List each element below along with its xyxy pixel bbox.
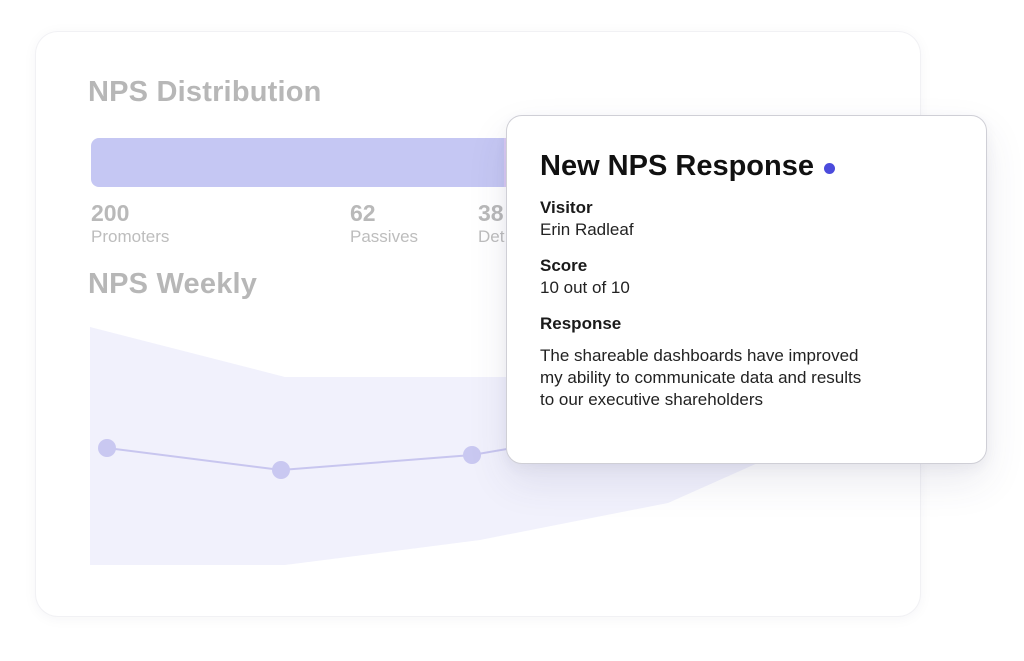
response-line: The shareable dashboards have improved: [540, 346, 859, 365]
nps-weekly-title: NPS Weekly: [88, 268, 258, 300]
popup-header: New NPS Response: [540, 150, 952, 183]
weekly-point[interactable]: [463, 446, 481, 464]
popup-title: New NPS Response: [540, 150, 814, 182]
response-label: Response: [540, 314, 622, 333]
visitor-label: Visitor: [540, 198, 593, 217]
visitor-field: Visitor Erin Radleaf: [540, 197, 952, 241]
weekly-point[interactable]: [98, 439, 116, 457]
promoters-count: 200: [91, 200, 130, 226]
score-value: 10 out of 10: [540, 278, 630, 297]
response-line: to our executive shareholders: [540, 390, 764, 409]
promoters-segment[interactable]: [91, 138, 505, 187]
nps-distribution-title: NPS Distribution: [88, 76, 322, 108]
response-field: Response The shareable dashboards have i…: [540, 313, 952, 411]
response-line: my ability to communicate data and resul…: [540, 368, 862, 387]
promoters-label: Promoters: [91, 227, 170, 246]
promoters-stat: 200 Promoters: [91, 200, 169, 247]
passives-count: 62: [350, 200, 376, 226]
new-nps-response-popup[interactable]: New NPS Response Visitor Erin Radleaf Sc…: [506, 115, 987, 464]
passives-label: Passives: [350, 227, 419, 246]
score-label: Score: [540, 256, 588, 275]
live-indicator-icon: [823, 162, 835, 174]
response-text: The shareable dashboards have improved m…: [540, 345, 952, 411]
passives-stat: 62 Passives: [350, 200, 418, 247]
visitor-value: Erin Radleaf: [540, 220, 634, 239]
weekly-point[interactable]: [272, 461, 290, 479]
score-field: Score 10 out of 10: [540, 255, 952, 299]
